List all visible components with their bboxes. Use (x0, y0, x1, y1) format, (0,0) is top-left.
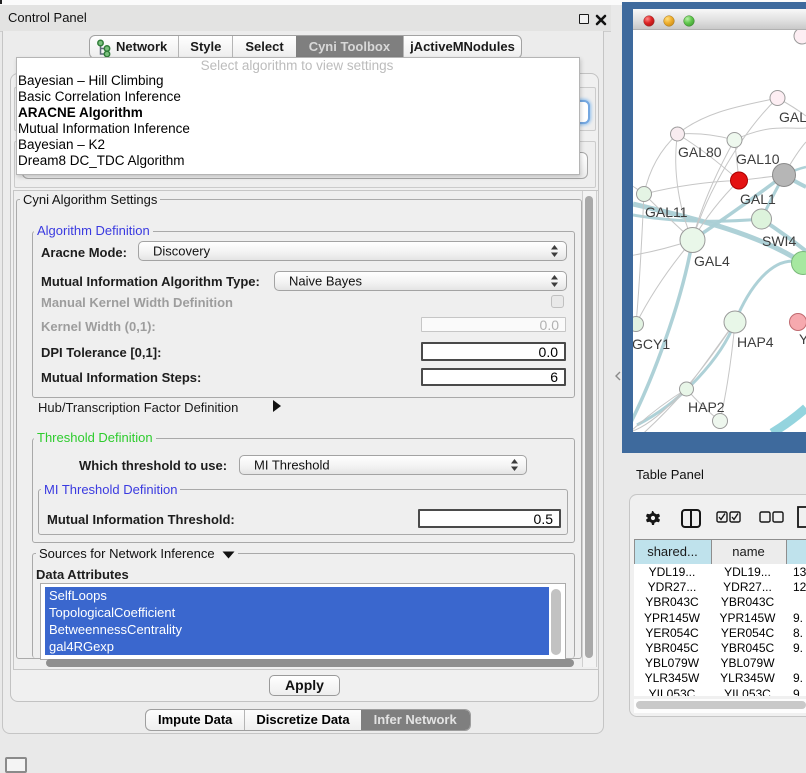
svg-text:GAL11: GAL11 (645, 204, 688, 220)
svg-text:GCY1: GCY1 (632, 336, 670, 352)
svg-text:GAL1: GAL1 (740, 191, 776, 207)
svg-text:HAP2: HAP2 (688, 399, 725, 415)
svg-text:GAL: GAL (779, 109, 806, 125)
svg-text:HAP4: HAP4 (737, 334, 774, 350)
svg-text:GAL4: GAL4 (694, 253, 730, 269)
svg-text:Y: Y (799, 331, 806, 347)
svg-text:GAL10: GAL10 (736, 151, 780, 167)
svg-text:SWI4: SWI4 (762, 233, 796, 249)
svg-text:GAL80: GAL80 (678, 144, 722, 160)
